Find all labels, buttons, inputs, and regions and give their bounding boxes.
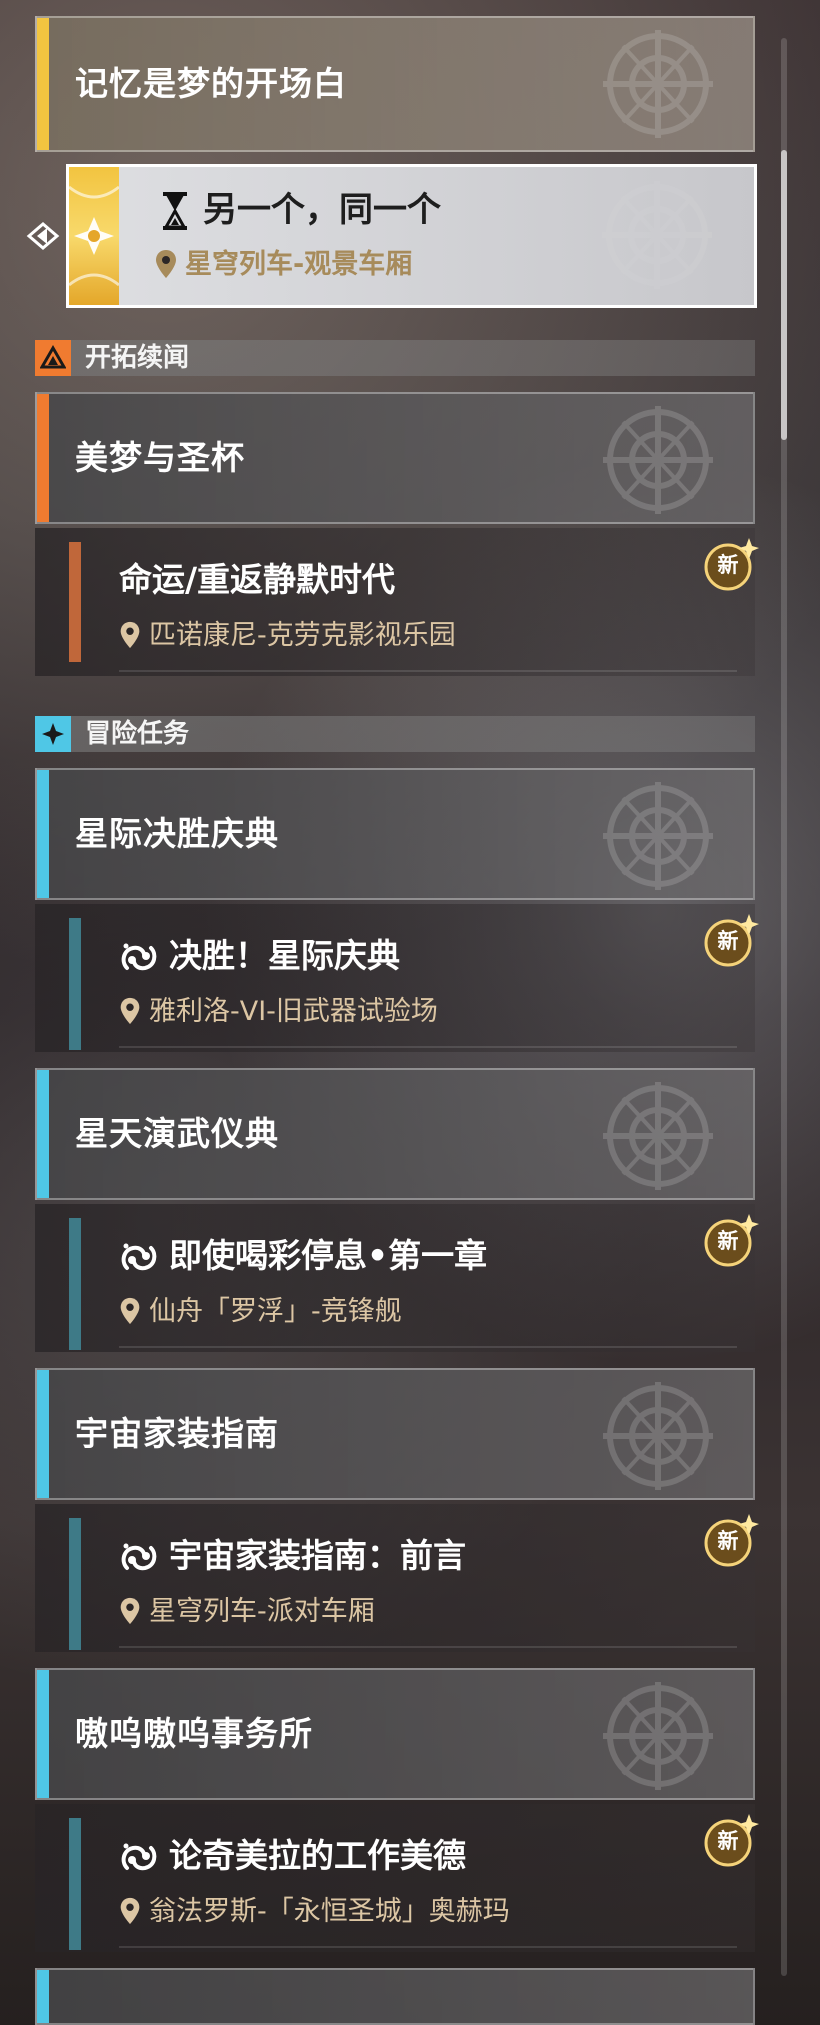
- group-emblem-icon: [573, 1078, 743, 1194]
- group-accent-bar: [37, 1070, 49, 1198]
- new-badge-text: 新: [717, 929, 739, 953]
- quest-title: 宇宙家装指南：前言: [169, 1536, 466, 1575]
- group-accent-bar: [37, 1370, 49, 1498]
- selected-emblem-icon: [572, 177, 742, 293]
- quest-title: 决胜！星际庆典: [169, 936, 400, 975]
- group-accent-bar: [37, 1670, 49, 1798]
- selected-gold-strip: [69, 167, 120, 305]
- quest-divider: [119, 670, 737, 672]
- location-pin-icon: [119, 621, 141, 649]
- quest-location-text: 星穹列车-派对车厢: [149, 1596, 375, 1627]
- location-pin-icon: [155, 249, 177, 279]
- quest-location-text: 匹诺康尼-克劳克影视乐园: [149, 620, 456, 651]
- quest-accent-bar: [69, 1218, 81, 1350]
- quest-location-text: 翁法罗斯-「永恒圣城」奥赫玛: [149, 1896, 510, 1927]
- quest-divider: [119, 1946, 737, 1948]
- quest-divider: [119, 1346, 737, 1348]
- group-accent-bar: [37, 394, 49, 522]
- quest-group-dream-grail[interactable]: 美梦与圣杯: [35, 392, 755, 524]
- new-badge-text: 新: [717, 553, 739, 577]
- quest-group-martial-ceremony[interactable]: 星天演武仪典: [35, 1068, 755, 1200]
- quest-divider: [119, 1046, 737, 1048]
- quest-location: 星穹列车-派对车厢: [119, 1594, 375, 1630]
- group-emblem-icon: [573, 1378, 743, 1494]
- location-pin-icon: [119, 1597, 141, 1625]
- group-accent-bar: [37, 770, 49, 898]
- section-header-adventure: 冒险任务: [35, 716, 755, 752]
- quest-item[interactable]: 论奇美拉的工作美德 翁法罗斯-「永恒圣城」奥赫玛 新: [35, 1804, 759, 1952]
- new-badge: 新: [697, 534, 759, 596]
- quest-title: 论奇美拉的工作美德: [169, 1836, 466, 1875]
- new-badge-text: 新: [717, 1829, 739, 1853]
- location-pin-icon: [119, 997, 141, 1025]
- group-title: 星天演武仪典: [75, 1114, 279, 1153]
- scrollbar-thumb[interactable]: [781, 150, 787, 440]
- adventure-quest-icon: [119, 1838, 159, 1878]
- quest-group-next-partial[interactable]: [35, 1968, 755, 2025]
- group-title: 记忆是梦的开场白: [75, 64, 347, 103]
- quest-group-interstellar[interactable]: 星际决胜庆典: [35, 768, 755, 900]
- group-accent-bar: [37, 18, 49, 150]
- new-badge: 新: [697, 1810, 759, 1872]
- section-title: 开拓续闻: [85, 343, 190, 373]
- quest-title: 命运/重返静默时代: [119, 560, 396, 599]
- quest-group-awoo-agency[interactable]: 嗷呜嗷呜事务所: [35, 1668, 755, 1800]
- group-title: 嗷呜嗷呜事务所: [75, 1714, 313, 1753]
- quest-group-home-guide[interactable]: 宇宙家装指南: [35, 1368, 755, 1500]
- group-emblem-icon: [573, 778, 743, 894]
- section-title: 冒险任务: [85, 719, 190, 749]
- adventure-quest-icon: [119, 1538, 159, 1578]
- trailblaze-icon: [35, 340, 71, 376]
- group-title: 美梦与圣杯: [75, 438, 245, 477]
- group-title: 宇宙家装指南: [75, 1414, 279, 1453]
- quest-group-memory[interactable]: 记忆是梦的开场白: [35, 16, 755, 152]
- quest-accent-bar: [69, 1818, 81, 1950]
- quest-location-text: 仙舟「罗浮」-竞锋舰: [149, 1296, 402, 1327]
- quest-item[interactable]: 宇宙家装指南：前言 星穹列车-派对车厢 新: [35, 1504, 759, 1652]
- selected-quest-title: 另一个，同一个: [203, 190, 441, 230]
- selected-quest-location: 星穹列车-观景车厢: [155, 245, 412, 285]
- new-badge: 新: [697, 1510, 759, 1572]
- new-badge: 新: [697, 910, 759, 972]
- quest-location: 仙舟「罗浮」-竞锋舰: [119, 1294, 402, 1330]
- section-header-trailblaze: 开拓续闻: [35, 340, 755, 376]
- selection-arrow-icon: [25, 218, 61, 254]
- group-emblem-icon: [573, 1678, 743, 1794]
- quest-location: 雅利洛-VI-旧武器试验场: [119, 994, 438, 1030]
- adventure-quest-icon: [119, 1238, 159, 1278]
- group-title: 星际决胜庆典: [75, 814, 279, 853]
- new-badge-text: 新: [717, 1229, 739, 1253]
- quest-accent-bar: [69, 1518, 81, 1650]
- hourglass-icon: [163, 192, 187, 230]
- quest-location: 匹诺康尼-克劳克影视乐园: [119, 618, 456, 654]
- selected-quest-location-text: 星穹列车-观景车厢: [185, 249, 413, 280]
- quest-item[interactable]: 即使喝彩停息•第一章 仙舟「罗浮」-竞锋舰 新: [35, 1204, 759, 1352]
- group-accent-bar: [37, 1970, 49, 2023]
- quest-divider: [119, 1646, 737, 1648]
- quest-item[interactable]: 命运/重返静默时代 匹诺康尼-克劳克影视乐园 新: [35, 528, 759, 676]
- group-emblem-icon: [573, 402, 743, 518]
- quest-location: 翁法罗斯-「永恒圣城」奥赫玛: [119, 1894, 510, 1930]
- quest-accent-bar: [69, 918, 81, 1050]
- new-badge-text: 新: [717, 1529, 739, 1553]
- quest-title: 即使喝彩停息•第一章: [169, 1236, 488, 1275]
- adventure-star-icon: [35, 716, 71, 752]
- quest-location-text: 雅利洛-VI-旧武器试验场: [149, 996, 438, 1027]
- quest-item[interactable]: 决胜！星际庆典 雅利洛-VI-旧武器试验场 新: [35, 904, 759, 1052]
- selected-quest[interactable]: 另一个，同一个 星穹列车-观景车厢: [66, 164, 757, 308]
- new-badge: 新: [697, 1210, 759, 1272]
- location-pin-icon: [119, 1897, 141, 1925]
- location-pin-icon: [119, 1297, 141, 1325]
- quest-accent-bar: [69, 542, 81, 662]
- adventure-quest-icon: [119, 938, 159, 978]
- group-emblem-icon: [573, 26, 743, 142]
